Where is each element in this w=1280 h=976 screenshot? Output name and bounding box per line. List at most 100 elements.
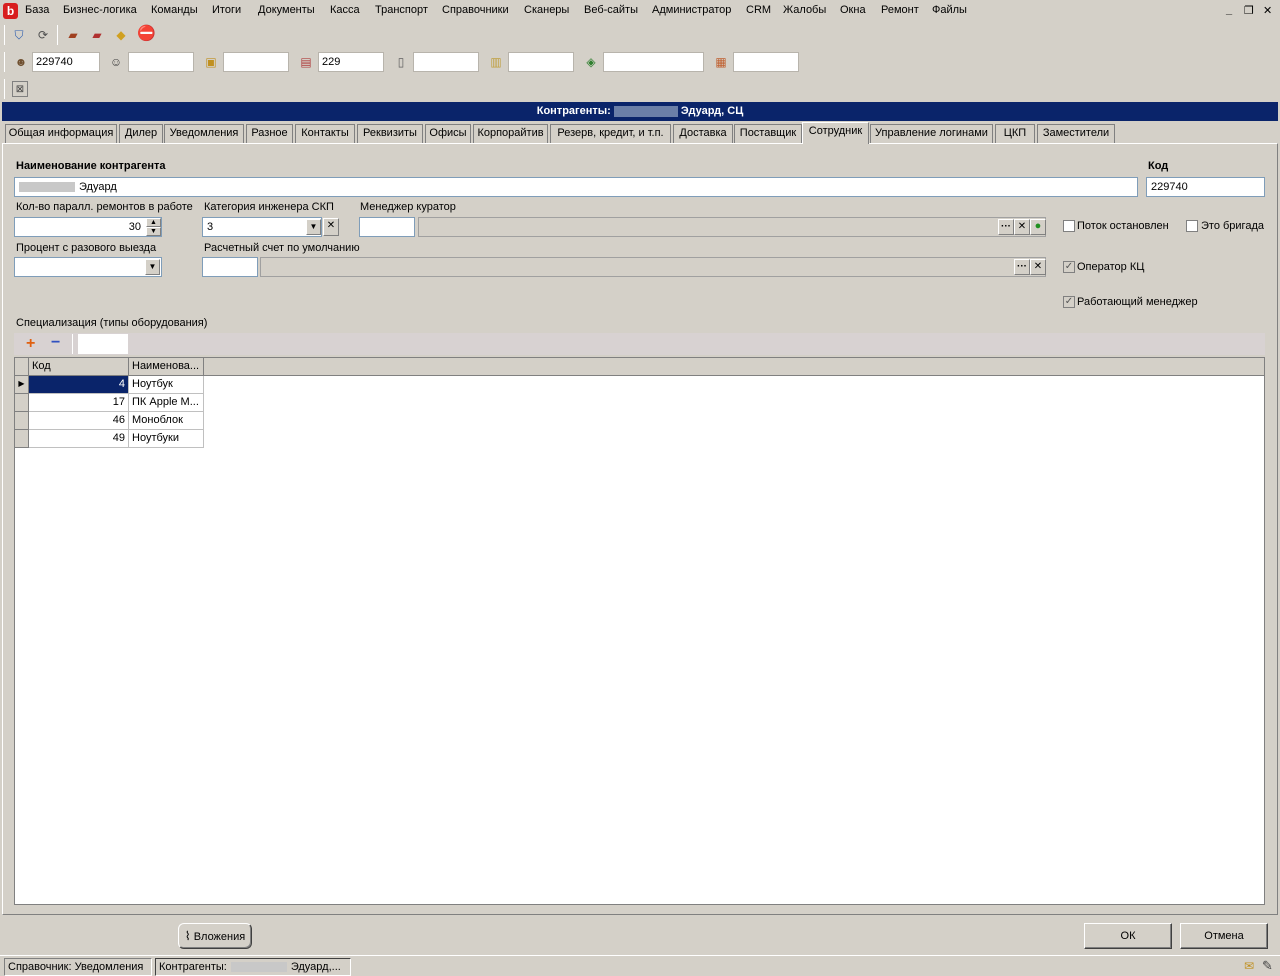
- menu-transport[interactable]: Транспорт: [375, 4, 428, 16]
- menu-scanners[interactable]: Сканеры: [524, 4, 569, 16]
- column-header-filler: [204, 358, 1264, 376]
- tab-dealer[interactable]: Дилер: [119, 124, 163, 143]
- specialization-toolbar: + −: [14, 333, 1265, 355]
- window-title-suffix: Эдуард, СЦ: [680, 105, 744, 117]
- manager-ellipsis-button[interactable]: ···: [998, 219, 1014, 235]
- tab-delivery[interactable]: Доставка: [673, 124, 733, 143]
- chevron-down-icon[interactable]: ▼: [145, 259, 160, 275]
- menu-references[interactable]: Справочники: [442, 4, 509, 16]
- tab-deputies[interactable]: Заместители: [1037, 124, 1115, 143]
- spin-down-icon[interactable]: ▼: [146, 227, 161, 236]
- table-row-code[interactable]: 46: [29, 412, 129, 430]
- menu-files[interactable]: Файлы: [932, 4, 967, 16]
- menu-complaints[interactable]: Жалобы: [783, 4, 826, 16]
- status-panel-reference[interactable]: Справочник: Уведомления: [4, 958, 152, 976]
- tag-icon[interactable]: ◆: [113, 27, 129, 43]
- scroll-field[interactable]: [508, 52, 574, 72]
- page-field[interactable]: [413, 52, 479, 72]
- menu-windows[interactable]: Окна: [840, 4, 866, 16]
- package-field[interactable]: [223, 52, 289, 72]
- books-icon[interactable]: ▰: [65, 27, 81, 43]
- ok-button[interactable]: ОК: [1084, 923, 1172, 949]
- restore-icon[interactable]: ❐: [1244, 4, 1254, 17]
- clear-engineer-category-button[interactable]: ✕: [323, 218, 339, 236]
- user-field[interactable]: [128, 52, 194, 72]
- menu-admin[interactable]: Администратор: [652, 4, 731, 16]
- document-field[interactable]: 229: [318, 52, 384, 72]
- working-manager-label: Работающий менеджер: [1077, 296, 1198, 308]
- table-row-code[interactable]: 4: [29, 376, 129, 394]
- shield-icon[interactable]: ⛉: [11, 27, 27, 43]
- tab-general-info[interactable]: Общая информация: [5, 124, 117, 143]
- menu-baza[interactable]: База: [25, 4, 49, 16]
- specialization-label: Специализация (типы оборудования): [16, 317, 208, 329]
- manager-code-input[interactable]: [359, 217, 415, 237]
- account-code-input[interactable]: [202, 257, 258, 277]
- tab-notifications[interactable]: Уведомления: [164, 124, 244, 143]
- flow-stopped-checkbox[interactable]: [1063, 220, 1075, 232]
- menu-crm[interactable]: CRM: [746, 4, 771, 16]
- menu-websites[interactable]: Веб-сайты: [584, 4, 638, 16]
- account-name-field: [260, 257, 1046, 277]
- is-team-checkbox[interactable]: [1186, 220, 1198, 232]
- chevron-down-icon[interactable]: ▼: [306, 219, 321, 235]
- code-input[interactable]: 229740: [1146, 177, 1265, 197]
- column-header-code[interactable]: Код: [29, 358, 129, 376]
- stop-icon[interactable]: ⛔: [137, 26, 156, 42]
- tab-reserve-credit[interactable]: Резерв, кредит, и т.п.: [550, 124, 671, 143]
- app-logo-icon[interactable]: b: [3, 3, 18, 19]
- manager-go-icon[interactable]: ●: [1030, 219, 1046, 235]
- grid-icon[interactable]: ⊠: [12, 81, 28, 97]
- menu-totals[interactable]: Итоги: [212, 4, 241, 16]
- manager-clear-button[interactable]: ✕: [1014, 219, 1030, 235]
- working-manager-checkbox[interactable]: ✓: [1063, 296, 1075, 308]
- status-panel-counterparty[interactable]: Контрагенты: Эдуард,...: [155, 958, 351, 976]
- tab-offices[interactable]: Офисы: [425, 124, 471, 143]
- money-field[interactable]: [603, 52, 704, 72]
- table-row-name[interactable]: Моноблок: [129, 412, 204, 430]
- specialization-filter-input[interactable]: [78, 334, 128, 354]
- toolbar-grip: [4, 79, 5, 99]
- account-ellipsis-button[interactable]: ···: [1014, 259, 1030, 275]
- document-icon: ▤: [300, 55, 312, 69]
- tab-employee[interactable]: Сотрудник: [802, 122, 869, 144]
- menu-commands[interactable]: Команды: [151, 4, 198, 16]
- printer-field[interactable]: [733, 52, 799, 72]
- engineer-category-select[interactable]: 3: [202, 217, 322, 237]
- column-header-name[interactable]: Наименова...: [129, 358, 204, 376]
- spin-up-icon[interactable]: ▲: [146, 218, 161, 227]
- add-icon[interactable]: +: [26, 335, 35, 353]
- refresh-icon[interactable]: ⟳: [35, 27, 51, 43]
- parallel-repairs-input[interactable]: 30: [14, 217, 162, 237]
- menu-repair[interactable]: Ремонт: [881, 4, 919, 16]
- table-row-name[interactable]: Ноутбуки: [129, 430, 204, 448]
- table-row-name[interactable]: ПК Apple M...: [129, 394, 204, 412]
- book-stack-icon[interactable]: ▰: [89, 27, 105, 43]
- name-input[interactable]: Эдуард: [14, 177, 1138, 197]
- tab-ckp[interactable]: ЦКП: [995, 124, 1035, 143]
- tab-login-management[interactable]: Управление логинами: [870, 124, 993, 143]
- percent-select[interactable]: [14, 257, 162, 277]
- table-row-name[interactable]: Ноутбук: [129, 376, 204, 394]
- counterparty-code-field[interactable]: 229740: [32, 52, 100, 72]
- tab-requisites[interactable]: Реквизиты: [357, 124, 423, 143]
- cancel-button[interactable]: Отмена: [1180, 923, 1268, 949]
- name-value: Эдуард: [79, 181, 117, 193]
- menu-business-logic[interactable]: Бизнес-логика: [63, 4, 137, 16]
- menu-documents[interactable]: Документы: [258, 4, 315, 16]
- table-row-code[interactable]: 17: [29, 394, 129, 412]
- tray-icon[interactable]: ✎: [1262, 958, 1273, 974]
- tab-contacts[interactable]: Контакты: [295, 124, 355, 143]
- close-icon[interactable]: ✕: [1263, 4, 1272, 17]
- tab-supplier[interactable]: Поставщик: [734, 124, 802, 143]
- notification-icon[interactable]: ✉: [1244, 959, 1254, 973]
- operator-kc-checkbox[interactable]: ✓: [1063, 261, 1075, 273]
- remove-icon[interactable]: −: [51, 334, 60, 352]
- table-row-code[interactable]: 49: [29, 430, 129, 448]
- attachments-button[interactable]: ⌇ Вложения: [178, 923, 252, 949]
- minimize-icon[interactable]: _: [1226, 4, 1232, 16]
- tab-corporate[interactable]: Корпорайтив: [473, 124, 548, 143]
- menu-cash[interactable]: Касса: [330, 4, 360, 16]
- account-clear-button[interactable]: ✕: [1030, 259, 1046, 275]
- tab-misc[interactable]: Разное: [246, 124, 293, 143]
